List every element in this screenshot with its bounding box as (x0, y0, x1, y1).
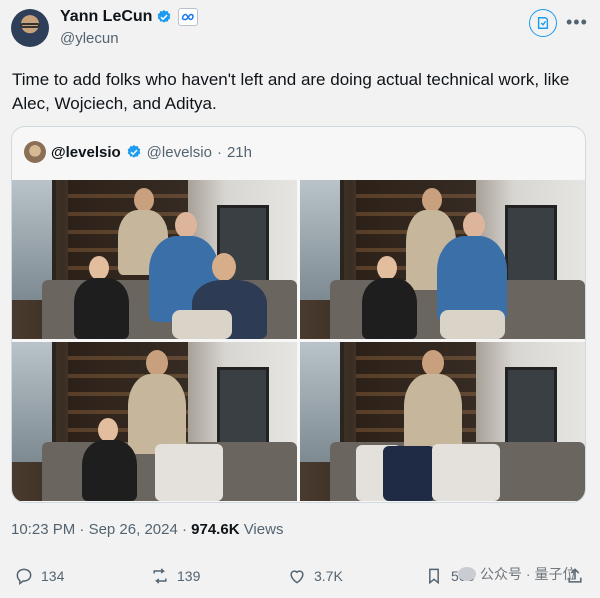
grok-button[interactable] (529, 9, 557, 37)
meta-affiliation-icon[interactable] (178, 8, 199, 26)
bookmark-icon (429, 568, 439, 585)
photo[interactable] (12, 342, 297, 501)
quoted-post-header: @levelsio @levelsio · 21h (24, 141, 252, 163)
like-icon (290, 570, 304, 584)
quoted-author-handle: @levelsio (146, 143, 212, 161)
post-time[interactable]: 10:23 PM (11, 521, 75, 538)
post: Yann LeCun @ylecun ••• Time to add folks… (0, 0, 600, 598)
repost-icon (153, 568, 167, 584)
author-name-row: Yann LeCun (60, 8, 199, 26)
like-button[interactable]: 3.7K (287, 566, 343, 586)
author-avatar[interactable] (11, 9, 49, 47)
meta-separator: · (181, 521, 187, 538)
post-text: Time to add folks who haven't left and a… (12, 70, 570, 113)
photo[interactable] (300, 180, 585, 339)
quoted-author-avatar (24, 141, 46, 163)
reply-button[interactable]: 134 (14, 566, 64, 586)
quoted-author-name: @levelsio (51, 143, 121, 161)
post-date[interactable]: Sep 26, 2024 (89, 521, 178, 538)
quoted-post[interactable]: @levelsio @levelsio · 21h (11, 126, 586, 503)
watermark: 公众号 · 量子位 (458, 564, 576, 584)
photo[interactable] (12, 180, 297, 339)
photo-grid (12, 180, 585, 501)
photo[interactable] (300, 342, 585, 501)
repost-count: 139 (177, 568, 201, 584)
post-timestamp: 10:23 PM · Sep 26, 2024 · 974.6K Views (11, 521, 283, 538)
views-count: 974.6K (191, 521, 240, 538)
watermark-text: 公众号 · 量子位 (480, 566, 577, 582)
views-label: Views (243, 521, 284, 538)
reply-icon (16, 568, 32, 585)
verified-badge-icon (158, 10, 171, 23)
repost-button[interactable]: 139 (150, 566, 200, 586)
quoted-post-time: 21h (226, 143, 252, 161)
more-icon[interactable]: ••• (566, 12, 588, 33)
like-count: 3.7K (314, 568, 343, 584)
quoted-separator: · (216, 143, 222, 161)
author-display-name[interactable]: Yann LeCun (60, 8, 152, 26)
reply-count: 134 (41, 568, 65, 584)
author-handle[interactable]: @ylecun (60, 30, 119, 47)
meta-separator: · (79, 521, 85, 538)
verified-badge-icon (127, 145, 141, 158)
grok-icon (537, 17, 549, 29)
